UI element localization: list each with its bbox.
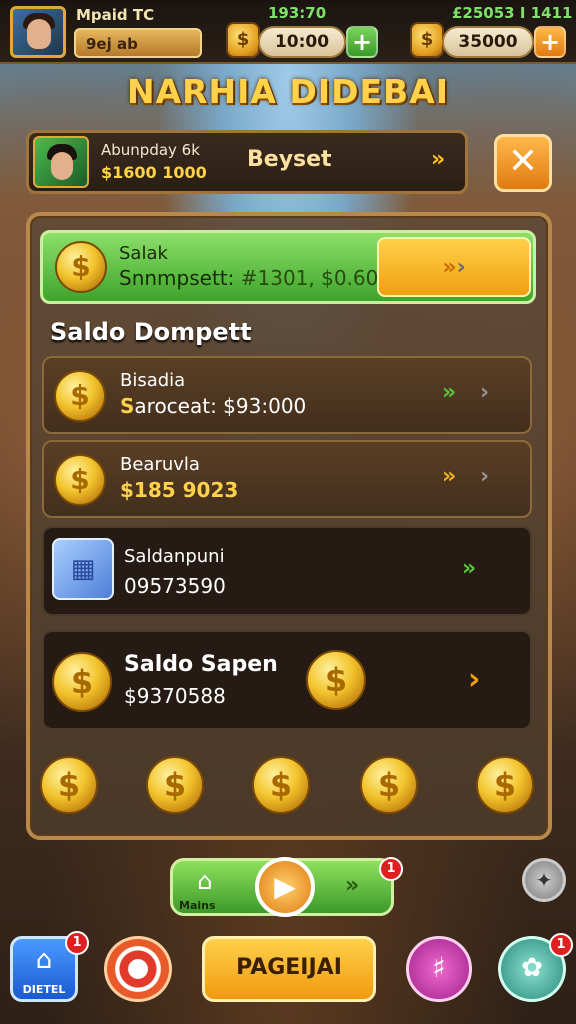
profile-card[interactable]: Abunpday 6k $1600 1000 Beyset » [26,130,468,194]
nav-center-button[interactable]: PAGEIJAI [202,936,376,1002]
wallet-header-title: Salak [119,243,168,264]
double-chevron-icon: » [462,556,477,581]
box-icon: ▦ [52,538,114,600]
right-currency-value: 35000 [442,26,534,58]
player-name: Mpaid ТС [76,6,155,24]
wallet-row-4[interactable]: $ Saldo Sapen $9370588 $ › [42,630,532,730]
nav-puzzle-button[interactable]: ♯ [406,936,472,1002]
row-subtitle: $9370588 [124,684,226,708]
coin-icon: $ [55,241,107,293]
notification-badge: 1 [379,857,403,881]
row-title: Saldanpuni [124,546,225,567]
nav-gift-button[interactable]: ✿ 1 [498,933,573,1002]
double-chevron-icon: » [442,380,457,405]
close-button[interactable]: ✕ [494,134,552,192]
chevron-right-icon: › [480,380,490,405]
nav-target-button[interactable] [104,936,172,1002]
section-title: Saldo Dompett [50,318,252,346]
profile-line2: $1600 1000 [101,163,207,182]
add-currency-green-button[interactable]: + [346,26,378,58]
center-currency-value: 10:00 [258,26,346,58]
coin-icon: $ [306,650,366,710]
coin-icon: $ [54,370,106,422]
wallet-row-3[interactable]: ▦ Saldanpuni 09573590 » [42,526,532,616]
coin-icon[interactable]: $ [476,756,534,814]
house-icon: ⌂ [35,945,53,975]
profile-action-label: Beyset [247,147,332,172]
settings-icon[interactable]: ✦ [522,858,566,902]
chevron-right-icon: » [431,147,446,172]
top-bar: Mpaid ТС 9ej ab 193:70 $ 10:00 + £25053 … [0,0,576,64]
coin-star-icon: $ [52,652,112,712]
wallet-row-2[interactable]: $ Bearuvla $185 9023 » › [42,440,532,518]
notification-badge: 1 [549,933,573,957]
profile-line1: Abunpday 6k [101,141,200,159]
chevron-right-icon: › [468,662,481,697]
coin-icon[interactable]: $ [360,756,418,814]
row-subtitle: $185 9023 [120,478,239,502]
wallet-header-value: #1301, $0.60 [240,266,379,290]
chevron-right-icon: › [480,464,490,489]
row-subtitle: Saroceat: $93:000 [120,394,307,418]
wallet-header-go-button[interactable]: »› [377,237,531,297]
row-title: Bearuvla [120,454,200,475]
add-currency-orange-button[interactable]: + [534,26,566,58]
right-stat: £25053 I 1411 [452,4,573,22]
double-chevron-icon: » [345,873,360,898]
play-bar-label: Mains [179,899,216,912]
home-icon: ⌂ [197,867,213,895]
row-title: Bisadia [120,370,186,391]
player-avatar[interactable] [10,6,66,58]
notification-badge: 1 [65,931,89,955]
profile-avatar [33,136,89,188]
play-bar[interactable]: ⌂ Mains ▶ » 1 [170,857,403,917]
coin-icon: $ [54,454,106,506]
shield-coin-icon: $ [226,22,260,58]
wallet-header-card[interactable]: $ Salak Snnmpsett: #1301, $0.60 »› [40,230,536,304]
coin-star-icon[interactable]: $ [146,756,204,814]
coin-icon[interactable]: $ [40,756,98,814]
gold-shield-icon: $ [410,22,444,58]
page-title: NARHIA DIDEBAI [126,72,450,111]
chevron-right-icon: › [456,255,466,280]
play-button[interactable]: ▶ [255,857,315,917]
double-chevron-icon: » [442,464,457,489]
player-sub-bar: 9ej ab [74,28,202,58]
double-chevron-icon: » [442,255,457,280]
center-stat: 193:70 [268,4,327,22]
wallet-header-subtitle: Snnmpsett: #1301, $0.60 [119,266,379,290]
wallet-row-1[interactable]: $ Bisadia Saroceat: $93:000 » › [42,356,532,434]
row-title: Saldo Sapen [124,652,278,677]
nav-home-label: DIETEL [22,983,66,996]
coin-icon[interactable]: $ [252,756,310,814]
nav-home-button[interactable]: ⌂ DIETEL 1 [10,931,89,1002]
row-subtitle: 09573590 [124,574,226,598]
